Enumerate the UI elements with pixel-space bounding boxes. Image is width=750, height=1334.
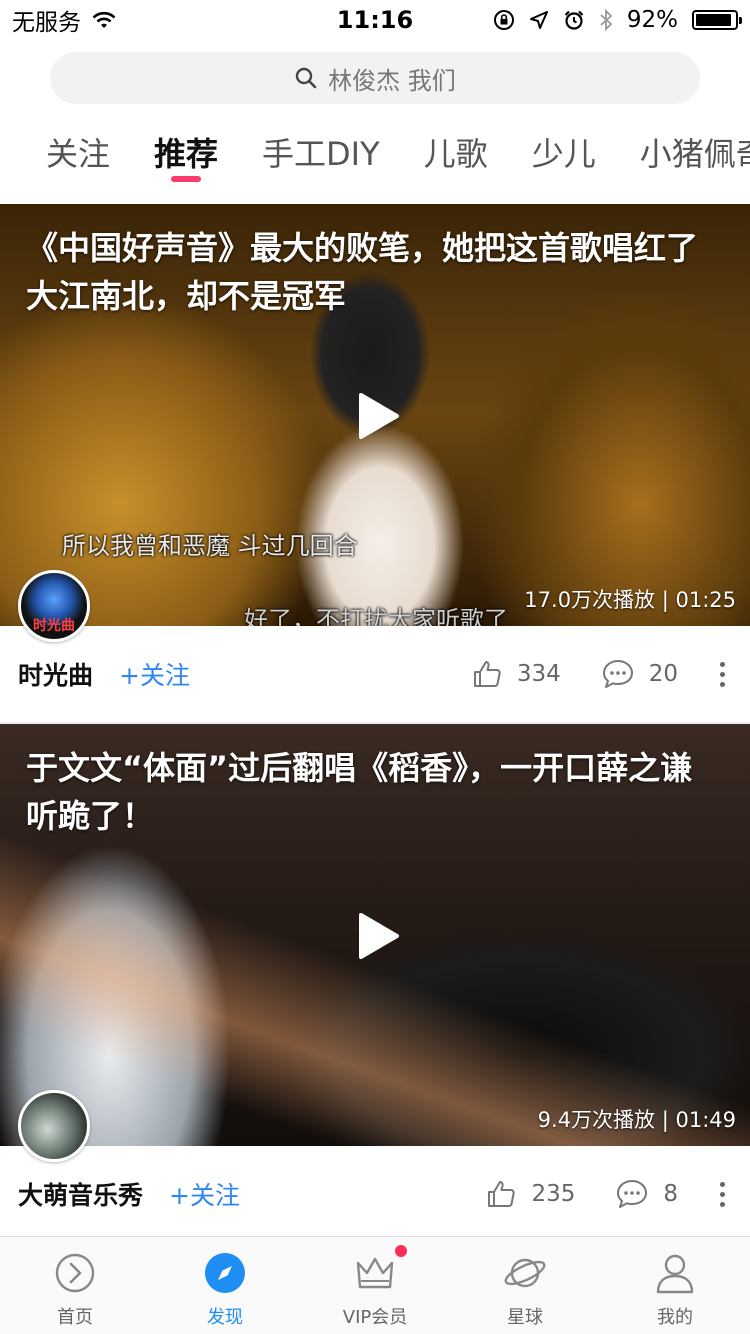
video-subtitle: 好了，不打扰大家听歌了 xyxy=(244,606,508,626)
video-meta: 9.4万次播放 | 01:49 xyxy=(537,1108,736,1132)
person-icon xyxy=(653,1251,697,1295)
play-icon[interactable] xyxy=(355,911,401,961)
card-footer: 时光曲 +关注 334 20 xyxy=(0,626,750,722)
tab-handmade-diy[interactable]: 手工DIY xyxy=(240,112,402,192)
tab-kids[interactable]: 少儿 xyxy=(510,112,618,192)
nav-planet[interactable]: 星球 xyxy=(450,1237,600,1334)
planet-icon xyxy=(503,1251,547,1295)
like-button[interactable]: 334 xyxy=(471,658,561,690)
notification-badge xyxy=(395,1245,407,1257)
bottom-nav: 首页 发现 VIP会员 星球 我的 xyxy=(0,1236,750,1334)
play-circle-icon xyxy=(53,1251,97,1295)
nav-label: 首页 xyxy=(57,1307,93,1328)
rotation-lock-icon xyxy=(493,10,514,30)
battery-percent: 92% xyxy=(626,7,678,33)
search-placeholder: 林俊杰 我们 xyxy=(328,66,456,95)
avatar[interactable]: 时光曲 xyxy=(18,570,90,642)
battery-level-fill xyxy=(696,14,731,26)
thumbs-up-icon xyxy=(473,661,501,687)
like-button[interactable]: 235 xyxy=(485,1178,575,1210)
tab-nursery-rhymes[interactable]: 儿歌 xyxy=(402,112,510,192)
nav-me[interactable]: 我的 xyxy=(600,1237,750,1334)
author-name[interactable]: 时光曲 xyxy=(18,656,93,692)
battery-icon xyxy=(692,10,742,30)
nav-vip[interactable]: VIP会员 xyxy=(300,1237,450,1334)
more-options-icon[interactable] xyxy=(712,1181,732,1207)
tab-label: 关注 xyxy=(46,135,111,173)
play-icon[interactable] xyxy=(355,391,401,441)
comment-count: 8 xyxy=(663,1181,678,1207)
follow-button[interactable]: +关注 xyxy=(169,1176,240,1212)
wifi-icon xyxy=(92,11,116,28)
bluetooth-icon xyxy=(600,9,613,31)
location-arrow-icon xyxy=(529,11,548,29)
comment-icon xyxy=(602,660,633,688)
search-bar[interactable]: 林俊杰 我们 xyxy=(50,52,700,104)
feed-card: 《中国好声音》最大的败笔，她把这首歌唱红了大江南北，却不是冠军 所以我曾和恶魔 … xyxy=(0,204,750,722)
category-tabs: 关注 推荐 手工DIY 儿歌 少儿 小猪佩奇 xyxy=(0,112,750,192)
nav-label: VIP会员 xyxy=(342,1307,408,1328)
card-footer: 大萌音乐秀 +关注 235 8 xyxy=(0,1146,750,1242)
video-subtitle: 所以我曾和恶魔 斗过几回合 xyxy=(62,532,358,560)
tab-label: 手工DIY xyxy=(262,135,380,173)
nav-label: 我的 xyxy=(657,1307,693,1328)
nav-label: 发现 xyxy=(207,1307,243,1328)
comment-button[interactable]: 8 xyxy=(615,1178,678,1210)
tab-recommended[interactable]: 推荐 xyxy=(132,112,240,192)
avatar[interactable] xyxy=(18,1090,90,1162)
video-thumbnail[interactable]: 于文文“体面”过后翻唱《稻香》，一开口薛之谦听跪了！ 9.4万次播放 | 01:… xyxy=(0,724,750,1146)
video-title: 《中国好声音》最大的败笔，她把这首歌唱红了大江南北，却不是冠军 xyxy=(26,229,699,315)
video-title: 于文文“体面”过后翻唱《稻香》，一开口薛之谦听跪了！ xyxy=(26,749,693,835)
feed-card: 于文文“体面”过后翻唱《稻香》，一开口薛之谦听跪了！ 9.4万次播放 | 01:… xyxy=(0,724,750,1242)
tab-peppa-pig[interactable]: 小猪佩奇 xyxy=(618,112,750,192)
tab-label: 少儿 xyxy=(531,135,596,173)
nav-home[interactable]: 首页 xyxy=(0,1237,150,1334)
thumbs-up-icon xyxy=(488,1181,516,1207)
more-options-icon[interactable] xyxy=(712,661,732,687)
tab-follow[interactable]: 关注 xyxy=(0,112,132,192)
status-bar: 无服务 11:16 92% xyxy=(0,0,750,40)
tab-label: 儿歌 xyxy=(423,135,488,173)
status-right: 92% xyxy=(493,7,742,33)
author-name[interactable]: 大萌音乐秀 xyxy=(18,1176,143,1212)
alarm-icon xyxy=(564,10,584,30)
avatar-logo-text: 时光曲 xyxy=(33,618,75,634)
nav-label: 星球 xyxy=(507,1307,543,1328)
comment-button[interactable]: 20 xyxy=(601,658,678,690)
nav-discover[interactable]: 发现 xyxy=(150,1237,300,1334)
tab-label: 推荐 xyxy=(154,135,219,173)
search-icon xyxy=(295,67,317,89)
like-count: 334 xyxy=(516,661,561,687)
crown-icon xyxy=(353,1251,397,1295)
carrier-label: 无服务 xyxy=(12,10,81,36)
video-thumbnail[interactable]: 《中国好声音》最大的败笔，她把这首歌唱红了大江南北，却不是冠军 所以我曾和恶魔 … xyxy=(0,204,750,626)
video-meta: 17.0万次播放 | 01:25 xyxy=(524,588,736,612)
status-left: 无服务 xyxy=(12,3,117,37)
follow-button[interactable]: +关注 xyxy=(119,656,190,692)
comment-count: 20 xyxy=(648,661,678,687)
compass-icon xyxy=(203,1251,247,1295)
comment-icon xyxy=(617,1180,648,1208)
tab-label: 小猪佩奇 xyxy=(639,135,750,173)
like-count: 235 xyxy=(531,1181,576,1207)
